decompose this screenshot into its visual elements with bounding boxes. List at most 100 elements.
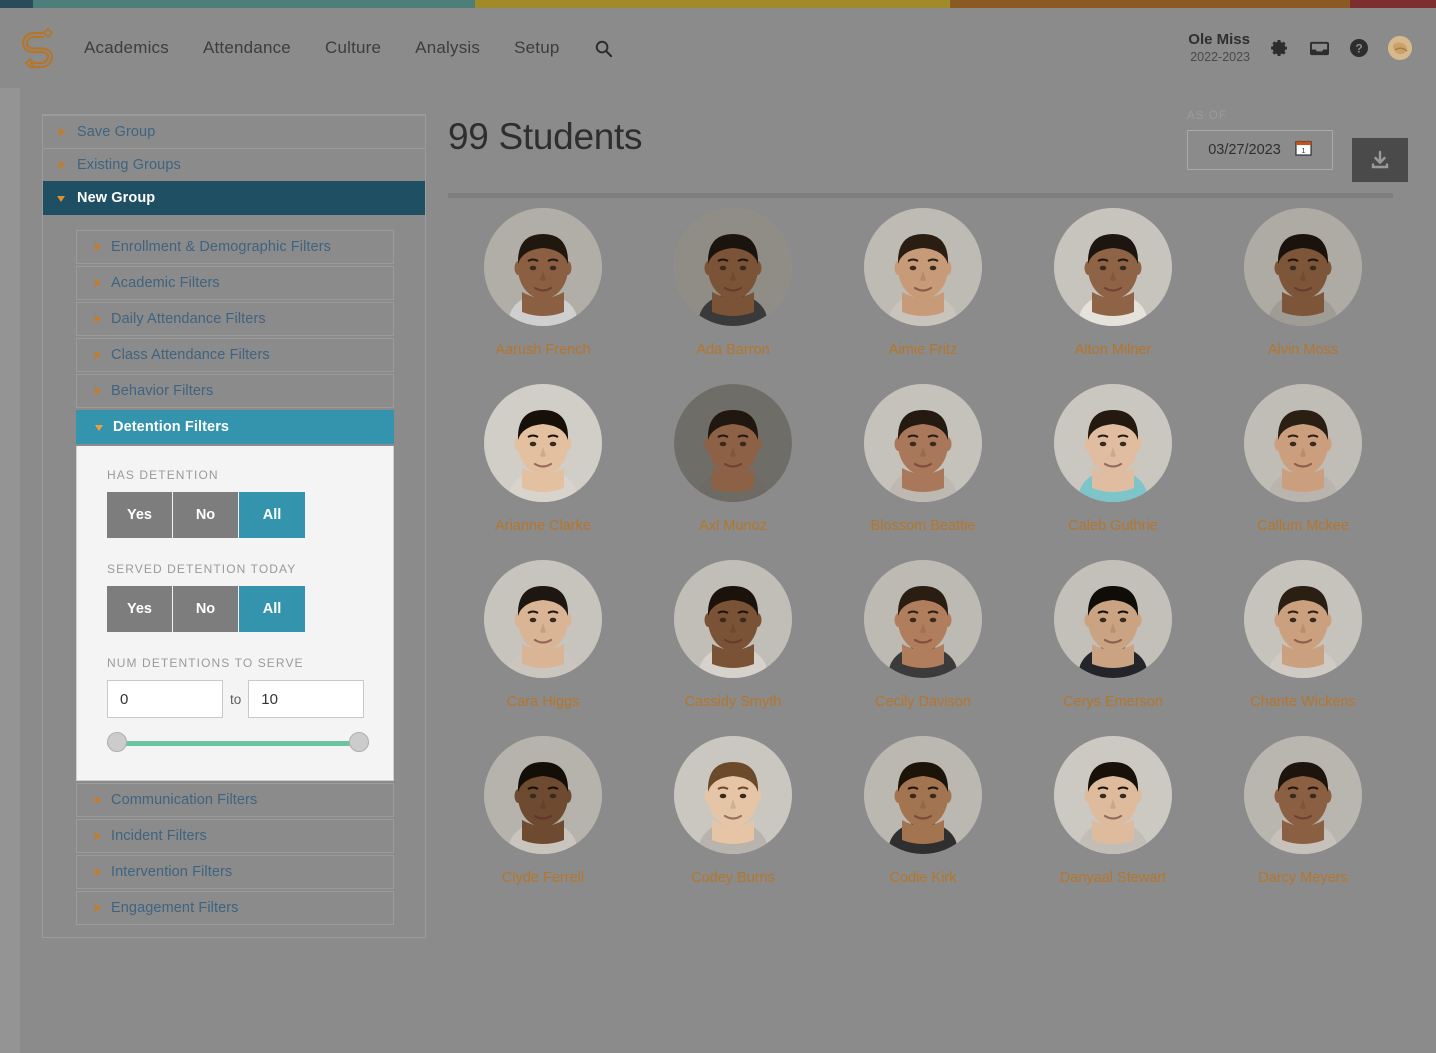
filter-daily-attendance[interactable]: Daily Attendance Filters	[76, 302, 394, 336]
student-card[interactable]: Danyaal Stewart	[1018, 736, 1208, 886]
student-card[interactable]: Alton Milner	[1018, 208, 1208, 358]
student-card[interactable]: Aarush French	[448, 208, 638, 358]
student-card[interactable]: Ada Barron	[638, 208, 828, 358]
schoolrunner-s-logo-icon[interactable]	[16, 26, 60, 70]
search-icon[interactable]	[594, 39, 613, 58]
chevron-right-icon	[95, 904, 101, 912]
served-today-option-no[interactable]: No	[173, 586, 239, 632]
served-today-option-all[interactable]: All	[239, 586, 305, 632]
student-avatar[interactable]	[484, 736, 602, 854]
filter-enrollment-demographic-label: Enrollment & Demographic Filters	[111, 239, 331, 255]
filter-academic[interactable]: Academic Filters	[76, 266, 394, 300]
filter-incident[interactable]: Incident Filters	[76, 819, 394, 853]
filter-behavior[interactable]: Behavior Filters	[76, 374, 394, 408]
student-card[interactable]: Codie Kirk	[828, 736, 1018, 886]
student-card[interactable]: Clyde Ferrell	[448, 736, 638, 886]
user-avatar[interactable]	[1388, 36, 1412, 60]
student-avatar[interactable]	[674, 560, 792, 678]
student-card[interactable]: Blossom Beattie	[828, 384, 1018, 534]
segment-red	[1350, 0, 1436, 8]
student-card[interactable]: Caleb Guthrie	[1018, 384, 1208, 534]
student-avatar[interactable]	[1054, 384, 1172, 502]
student-card[interactable]: Callum Mckee	[1208, 384, 1398, 534]
student-avatar[interactable]	[864, 560, 982, 678]
student-avatar[interactable]	[864, 208, 982, 326]
student-avatar[interactable]	[484, 560, 602, 678]
app-header: Academics Attendance Culture Analysis Setup …	[0, 8, 1436, 88]
student-card[interactable]: Aimie Fritz	[828, 208, 1018, 358]
student-avatar[interactable]	[674, 384, 792, 502]
filter-enrollment-demographic[interactable]: Enrollment & Demographic Filters	[76, 230, 394, 264]
avatar-portrait	[484, 384, 602, 502]
avatar-portrait	[674, 208, 792, 326]
student-name: Cara Higgs	[506, 694, 580, 710]
num-detentions-min-input[interactable]	[107, 680, 223, 718]
nav-attendance[interactable]: Attendance	[203, 38, 291, 58]
student-card[interactable]: Cassidy Smyth	[638, 560, 828, 710]
student-avatar[interactable]	[484, 384, 602, 502]
gear-icon[interactable]	[1268, 37, 1290, 59]
student-avatar[interactable]	[1244, 208, 1362, 326]
sidebar-existing-groups[interactable]: Existing Groups	[43, 148, 425, 182]
num-detentions-max-input[interactable]	[248, 680, 365, 718]
top-color-strip	[0, 0, 1436, 8]
filter-engagement[interactable]: Engagement Filters	[76, 891, 394, 925]
chevron-right-icon	[59, 161, 65, 169]
student-avatar[interactable]	[1054, 736, 1172, 854]
student-avatar[interactable]	[674, 736, 792, 854]
nav-academics[interactable]: Academics	[84, 38, 169, 58]
filter-detention[interactable]: Detention Filters	[76, 410, 394, 444]
filter-intervention-label: Intervention Filters	[111, 864, 233, 880]
filter-communication[interactable]: Communication Filters	[76, 783, 394, 817]
as-of-date-field[interactable]: 03/27/2023 1	[1187, 130, 1333, 170]
calendar-icon[interactable]: 1	[1295, 139, 1312, 161]
student-card[interactable]: Darcy Meyers	[1208, 736, 1398, 886]
filter-intervention[interactable]: Intervention Filters	[76, 855, 394, 889]
nav-culture[interactable]: Culture	[325, 38, 381, 58]
has-detention-option-yes[interactable]: Yes	[107, 492, 173, 538]
student-card[interactable]: Cerys Emerson	[1018, 560, 1208, 710]
student-avatar[interactable]	[1244, 560, 1362, 678]
nav-analysis[interactable]: Analysis	[415, 38, 480, 58]
student-avatar[interactable]	[864, 384, 982, 502]
avatar-glyph	[1388, 36, 1412, 60]
student-avatar[interactable]	[1244, 384, 1362, 502]
student-card[interactable]: Codey Burris	[638, 736, 828, 886]
filter-class-attendance[interactable]: Class Attendance Filters	[76, 338, 394, 372]
nav-setup[interactable]: Setup	[514, 38, 559, 58]
chevron-right-icon	[95, 868, 101, 876]
avatar-portrait	[1244, 208, 1362, 326]
student-avatar[interactable]	[484, 208, 602, 326]
student-avatar[interactable]	[1054, 208, 1172, 326]
student-card[interactable]: Chante Wickens	[1208, 560, 1398, 710]
student-avatar[interactable]	[1054, 560, 1172, 678]
avatar-portrait	[1244, 736, 1362, 854]
chevron-right-icon	[95, 243, 101, 251]
slider-handle-min[interactable]	[107, 732, 127, 752]
as-of-label: AS OF	[1187, 110, 1228, 122]
num-detentions-slider[interactable]	[107, 732, 369, 754]
has-detention-option-all[interactable]: All	[239, 492, 305, 538]
slider-handle-max[interactable]	[349, 732, 369, 752]
sidebar-new-group[interactable]: New Group	[43, 181, 425, 215]
download-button[interactable]	[1352, 138, 1408, 182]
student-card[interactable]: Axl Munoz	[638, 384, 828, 534]
student-avatar[interactable]	[1244, 736, 1362, 854]
filter-incident-label: Incident Filters	[111, 828, 207, 844]
chevron-right-icon	[95, 832, 101, 840]
inbox-icon[interactable]	[1308, 37, 1330, 59]
content-area: Save Group Existing Groups New Group Enrol…	[20, 88, 1416, 1053]
help-icon[interactable]: ?	[1348, 37, 1370, 59]
served-today-option-yes[interactable]: Yes	[107, 586, 173, 632]
student-card[interactable]: Alvin Moss	[1208, 208, 1398, 358]
student-name: Arianne Clarke	[495, 518, 591, 534]
student-avatar[interactable]	[864, 736, 982, 854]
student-avatar[interactable]	[674, 208, 792, 326]
student-card[interactable]: Cara Higgs	[448, 560, 638, 710]
student-card[interactable]: Cecily Davison	[828, 560, 1018, 710]
has-detention-option-no[interactable]: No	[173, 492, 239, 538]
student-card[interactable]: Arianne Clarke	[448, 384, 638, 534]
segment-teal	[33, 0, 475, 8]
served-today-segmented-control: Yes No All	[107, 586, 363, 632]
sidebar-save-group[interactable]: Save Group	[43, 115, 425, 149]
